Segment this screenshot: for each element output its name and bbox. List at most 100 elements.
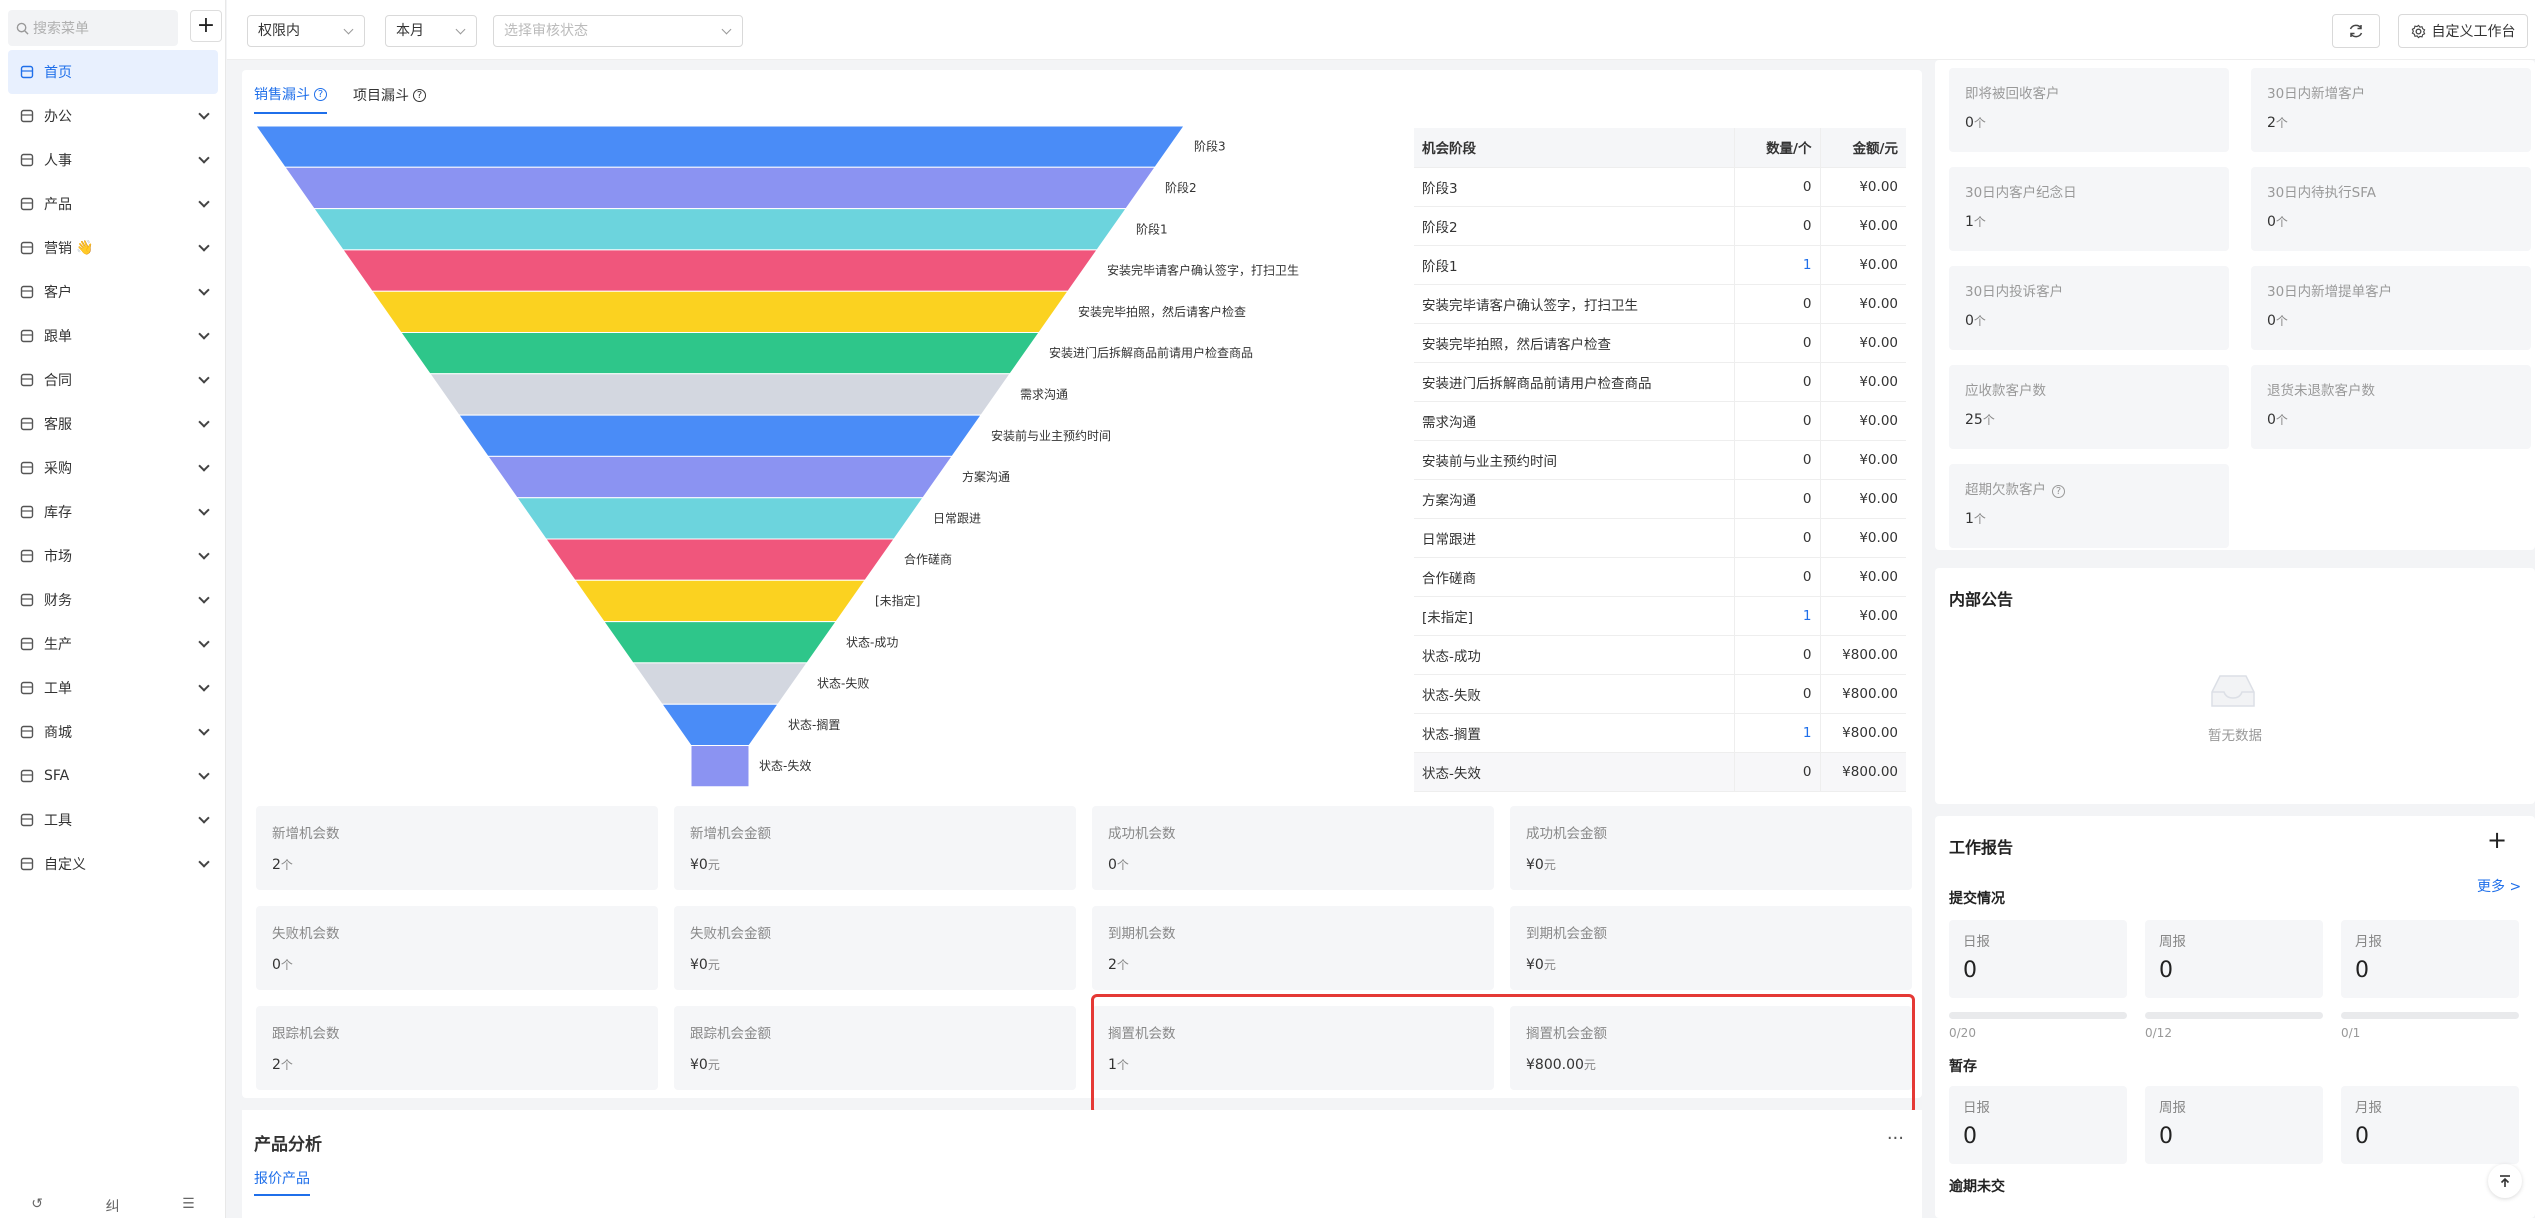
stat-card[interactable]: 失败机会金额 ¥0元 (674, 906, 1076, 990)
sidebar-item[interactable]: 采购 (8, 446, 218, 490)
table-row[interactable]: 方案沟通 0 ¥0.00 (1414, 479, 1906, 519)
chevron-down-icon[interactable] (198, 416, 210, 428)
chevron-down-icon[interactable] (198, 724, 210, 736)
chevron-down-icon[interactable] (198, 152, 210, 164)
sidebar-item[interactable]: 合同 (8, 358, 218, 402)
funnel-segment[interactable] (284, 166, 1156, 210)
more-icon[interactable]: ··· (1887, 1128, 1904, 1149)
chevron-down-icon[interactable] (198, 196, 210, 208)
table-row[interactable]: 安装完毕请客户确认签字，打扫卫生 0 ¥0.00 (1414, 284, 1906, 324)
funnel-segment[interactable] (690, 745, 750, 788)
funnel-segment[interactable] (458, 414, 982, 457)
chevron-down-icon[interactable] (198, 856, 210, 868)
sidebar-item[interactable]: 跟单 (8, 314, 218, 358)
menu-search-input[interactable]: 搜索菜单 (8, 10, 178, 46)
funnel-segment[interactable] (661, 703, 779, 746)
stat-card[interactable]: 新增机会金额 ¥0元 (674, 806, 1076, 890)
table-row[interactable]: 安装完毕拍照，然后请客户检查 0 ¥0.00 (1414, 323, 1906, 363)
report-draft-box[interactable]: 日报 0 (1949, 1086, 2127, 1164)
tab-project-funnel[interactable]: 项目漏斗? (353, 84, 426, 114)
funnel-segment[interactable] (516, 497, 924, 540)
sidebar-item[interactable]: 生产 (8, 622, 218, 666)
period-select[interactable]: 本月 (385, 15, 477, 47)
add-report-button[interactable]: + (2487, 826, 2507, 854)
stat-card[interactable]: 成功机会金额 ¥0元 (1510, 806, 1912, 890)
sidebar-item[interactable]: SFA (8, 754, 218, 798)
sidebar-item[interactable]: 办公 (8, 94, 218, 138)
sidebar-item[interactable]: 自定义 (8, 842, 218, 886)
sidebar-item[interactable]: 人事 (8, 138, 218, 182)
sidebar-item[interactable]: 客户 (8, 270, 218, 314)
help-icon[interactable]: ? (413, 88, 426, 102)
stat-card[interactable]: 跟踪机会金额 ¥0元 (674, 1006, 1076, 1090)
chevron-down-icon[interactable] (198, 284, 210, 296)
report-draft-box[interactable]: 月报 0 (2341, 1086, 2519, 1164)
table-row[interactable]: 阶段2 0 ¥0.00 (1414, 206, 1906, 246)
help-icon[interactable]: ? (2052, 485, 2065, 498)
refresh-button[interactable] (2332, 14, 2380, 48)
back-to-top-button[interactable] (2488, 1164, 2522, 1198)
customer-kpi[interactable]: 30日内待执行SFA 0个 (2251, 167, 2531, 251)
table-row[interactable]: 状态-失败 0 ¥800.00 (1414, 674, 1906, 714)
chevron-down-icon[interactable] (198, 328, 210, 340)
add-button[interactable]: + (190, 10, 222, 42)
stat-card[interactable]: 失败机会数 0个 (256, 906, 658, 990)
chevron-down-icon[interactable] (198, 504, 210, 516)
help-icon[interactable]: ? (314, 87, 327, 101)
report-submitted-box[interactable]: 日报 0 (1949, 920, 2127, 998)
funnel-segment[interactable] (487, 455, 953, 499)
table-row[interactable]: 阶段1 1 ¥0.00 (1414, 245, 1906, 285)
chevron-down-icon[interactable] (198, 548, 210, 560)
sidebar-item[interactable]: 商城 (8, 710, 218, 754)
funnel-segment[interactable] (429, 373, 1011, 416)
sidebar-tool-icon[interactable]: ☰ (182, 1196, 195, 1216)
scope-select[interactable]: 权限内 (247, 15, 365, 47)
customer-kpi[interactable]: 30日内新增提单客户 0个 (2251, 266, 2531, 350)
table-row[interactable]: 日常跟进 0 ¥0.00 (1414, 518, 1906, 558)
tab-quote-products[interactable]: 报价产品 (254, 1168, 310, 1196)
sidebar-item[interactable]: 产品 (8, 182, 218, 226)
count-cell[interactable]: 1 (1733, 596, 1820, 636)
table-row[interactable]: 阶段3 0 ¥0.00 (1414, 167, 1906, 207)
more-link[interactable]: 更多 > (2477, 876, 2521, 896)
chevron-down-icon[interactable] (198, 592, 210, 604)
sidebar-item[interactable]: 财务 (8, 578, 218, 622)
stat-card[interactable]: 成功机会数 0个 (1092, 806, 1494, 890)
sidebar-item[interactable]: 营销 👋 (8, 226, 218, 270)
customer-kpi[interactable]: 应收款客户数 25个 (1949, 365, 2229, 449)
table-row[interactable]: 状态-搁置 1 ¥800.00 (1414, 713, 1906, 753)
tab-sales-funnel[interactable]: 销售漏斗? (254, 84, 327, 114)
sidebar-item[interactable]: 库存 (8, 490, 218, 534)
customer-kpi[interactable]: 30日内新增客户 2个 (2251, 68, 2531, 152)
table-row[interactable]: 需求沟通 0 ¥0.00 (1414, 401, 1906, 441)
report-submitted-box[interactable]: 月报 0 (2341, 920, 2519, 998)
custom-workbench-button[interactable]: 自定义工作台 (2398, 14, 2528, 48)
customer-kpi[interactable]: 退货未退款客户数 0个 (2251, 365, 2531, 449)
funnel-segment[interactable] (545, 538, 895, 581)
sidebar-item[interactable]: 首页 (8, 50, 218, 94)
funnel-segment[interactable] (255, 126, 1185, 168)
stat-card[interactable]: 到期机会数 2个 (1092, 906, 1494, 990)
funnel-segment[interactable] (342, 249, 1098, 292)
customer-kpi[interactable]: 即将被回收客户 0个 (1949, 68, 2229, 152)
table-row[interactable]: 状态-失效 0 ¥800.00 (1414, 752, 1906, 792)
chevron-down-icon[interactable] (198, 372, 210, 384)
sidebar-item[interactable]: 市场 (8, 534, 218, 578)
table-row[interactable]: 安装进门后拆解商品前请用户检查商品 0 ¥0.00 (1414, 362, 1906, 402)
funnel-segment[interactable] (632, 662, 808, 705)
table-row[interactable]: 合作磋商 0 ¥0.00 (1414, 557, 1906, 597)
table-row[interactable]: [未指定] 1 ¥0.00 (1414, 596, 1906, 636)
sidebar-item[interactable]: 工单 (8, 666, 218, 710)
funnel-segment[interactable] (371, 290, 1069, 333)
chevron-down-icon[interactable] (198, 240, 210, 252)
chevron-down-icon[interactable] (198, 460, 210, 472)
funnel-segment[interactable] (603, 621, 837, 664)
chevron-down-icon[interactable] (198, 680, 210, 692)
customer-kpi[interactable]: 超期欠款客户? 1个 (1949, 464, 2229, 548)
chevron-down-icon[interactable] (198, 108, 210, 120)
customer-kpi[interactable]: 30日内客户纪念日 1个 (1949, 167, 2229, 251)
funnel-segment[interactable] (574, 579, 866, 623)
funnel-segment[interactable] (400, 332, 1040, 375)
audit-status-select[interactable]: 选择审核状态 (493, 15, 743, 47)
sidebar-tool-icon[interactable]: ↺ (31, 1196, 43, 1216)
